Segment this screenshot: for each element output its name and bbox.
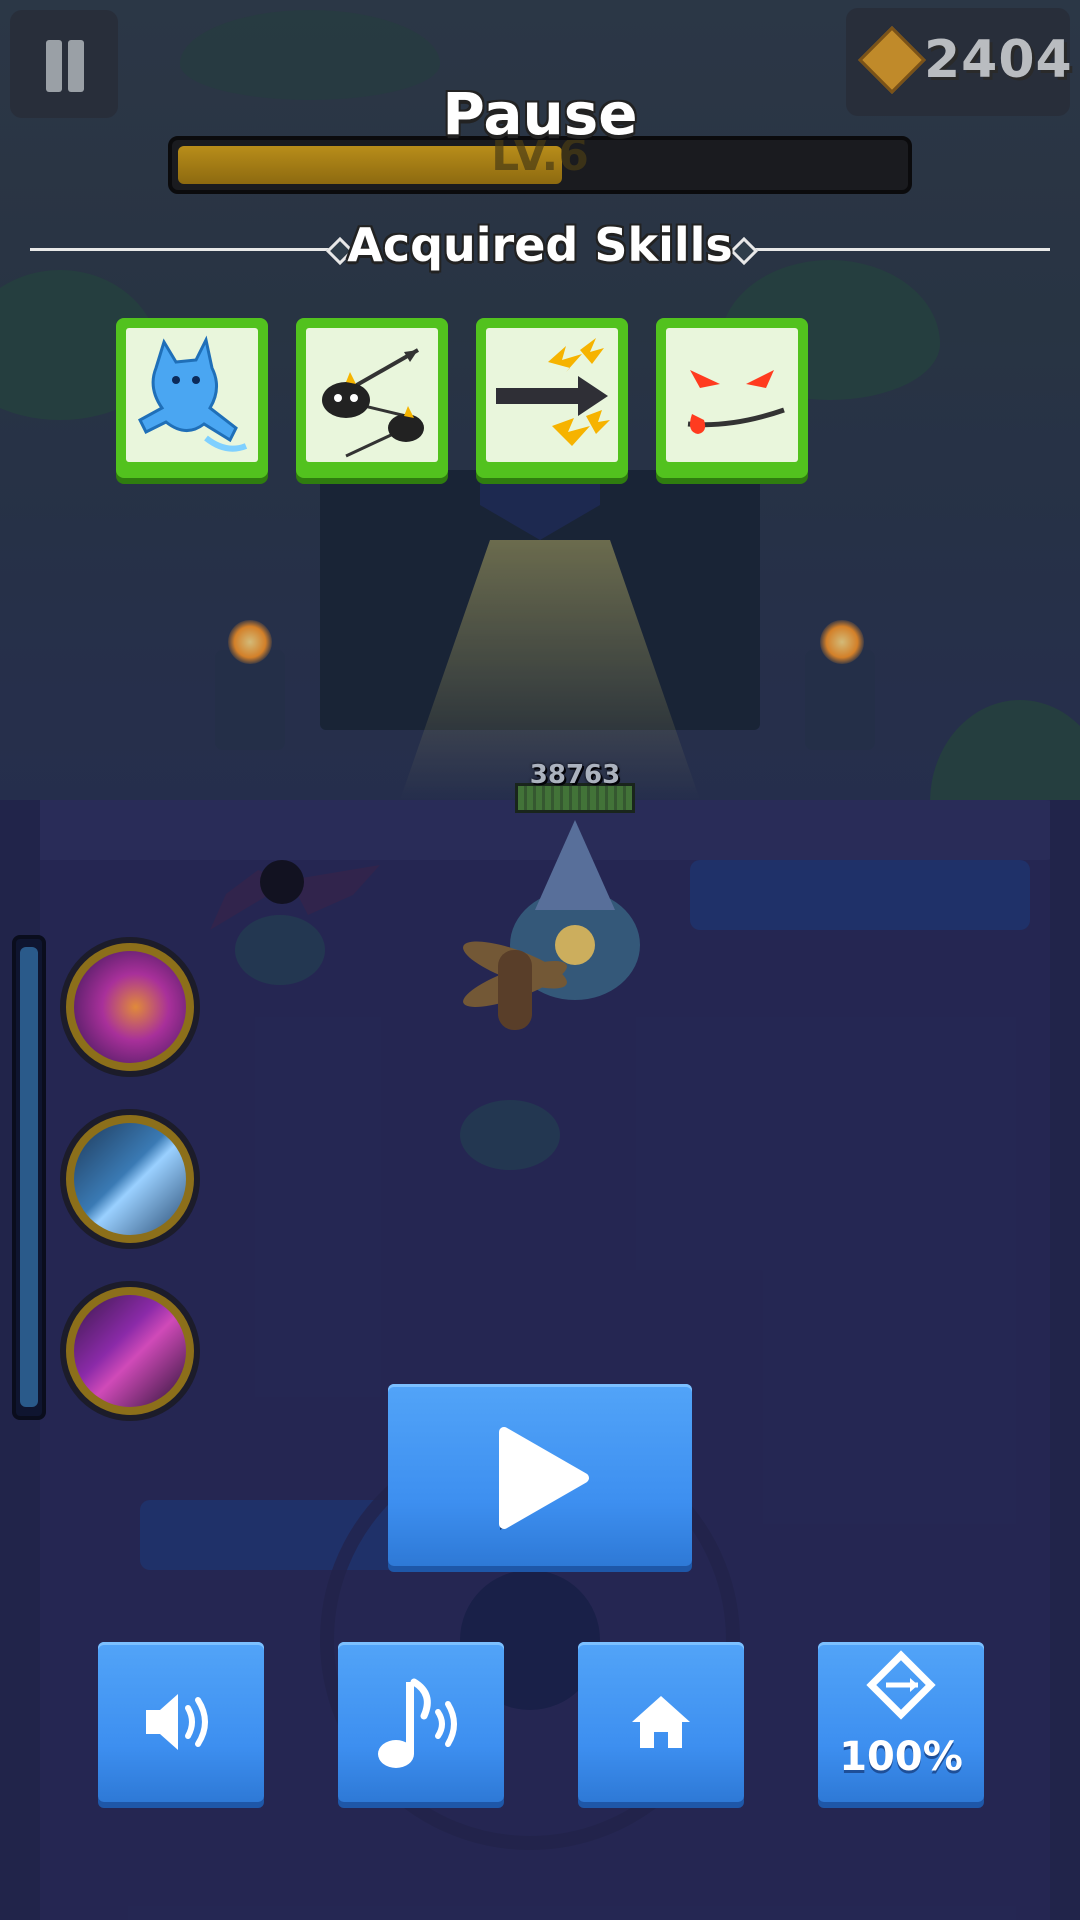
skill-card-1[interactable]: [116, 318, 268, 478]
home-button[interactable]: [578, 1642, 744, 1802]
evil-grin-icon: [687, 370, 785, 434]
home-icon: [632, 1696, 690, 1748]
speaker-icon: [146, 1694, 208, 1750]
purple-orb-icon: [74, 951, 186, 1063]
ability-slot-2[interactable]: [60, 1109, 200, 1249]
speed-button[interactable]: 100%: [818, 1642, 984, 1802]
ability-slot-1[interactable]: [60, 937, 200, 1077]
ice-blade-icon: [74, 1123, 186, 1235]
music-toggle-button[interactable]: [338, 1642, 504, 1802]
skill-card-2[interactable]: [296, 318, 448, 478]
piercing-arrow-lightning-icon: [496, 338, 610, 446]
music-note-icon: [378, 1678, 457, 1768]
ability-slot-3[interactable]: [60, 1281, 200, 1421]
sound-toggle-button[interactable]: [98, 1642, 264, 1802]
bouncing-arrow-icon: [322, 348, 424, 458]
skill-card-3[interactable]: [476, 318, 628, 478]
arrow-diamond-icon: [866, 1650, 936, 1720]
shadow-strike-icon: [74, 1295, 186, 1407]
speed-label: 100%: [839, 1734, 963, 1780]
play-icon: [499, 1427, 589, 1530]
skills-heading: Acquired Skills: [347, 218, 733, 272]
blue-cat-icon: [138, 335, 248, 452]
skill-card-4[interactable]: [656, 318, 808, 478]
energy-meter: [12, 935, 46, 1420]
page-title: Pause: [442, 80, 638, 148]
skills-heading-row: Acquired Skills: [30, 218, 1050, 272]
resume-button[interactable]: [388, 1384, 692, 1566]
